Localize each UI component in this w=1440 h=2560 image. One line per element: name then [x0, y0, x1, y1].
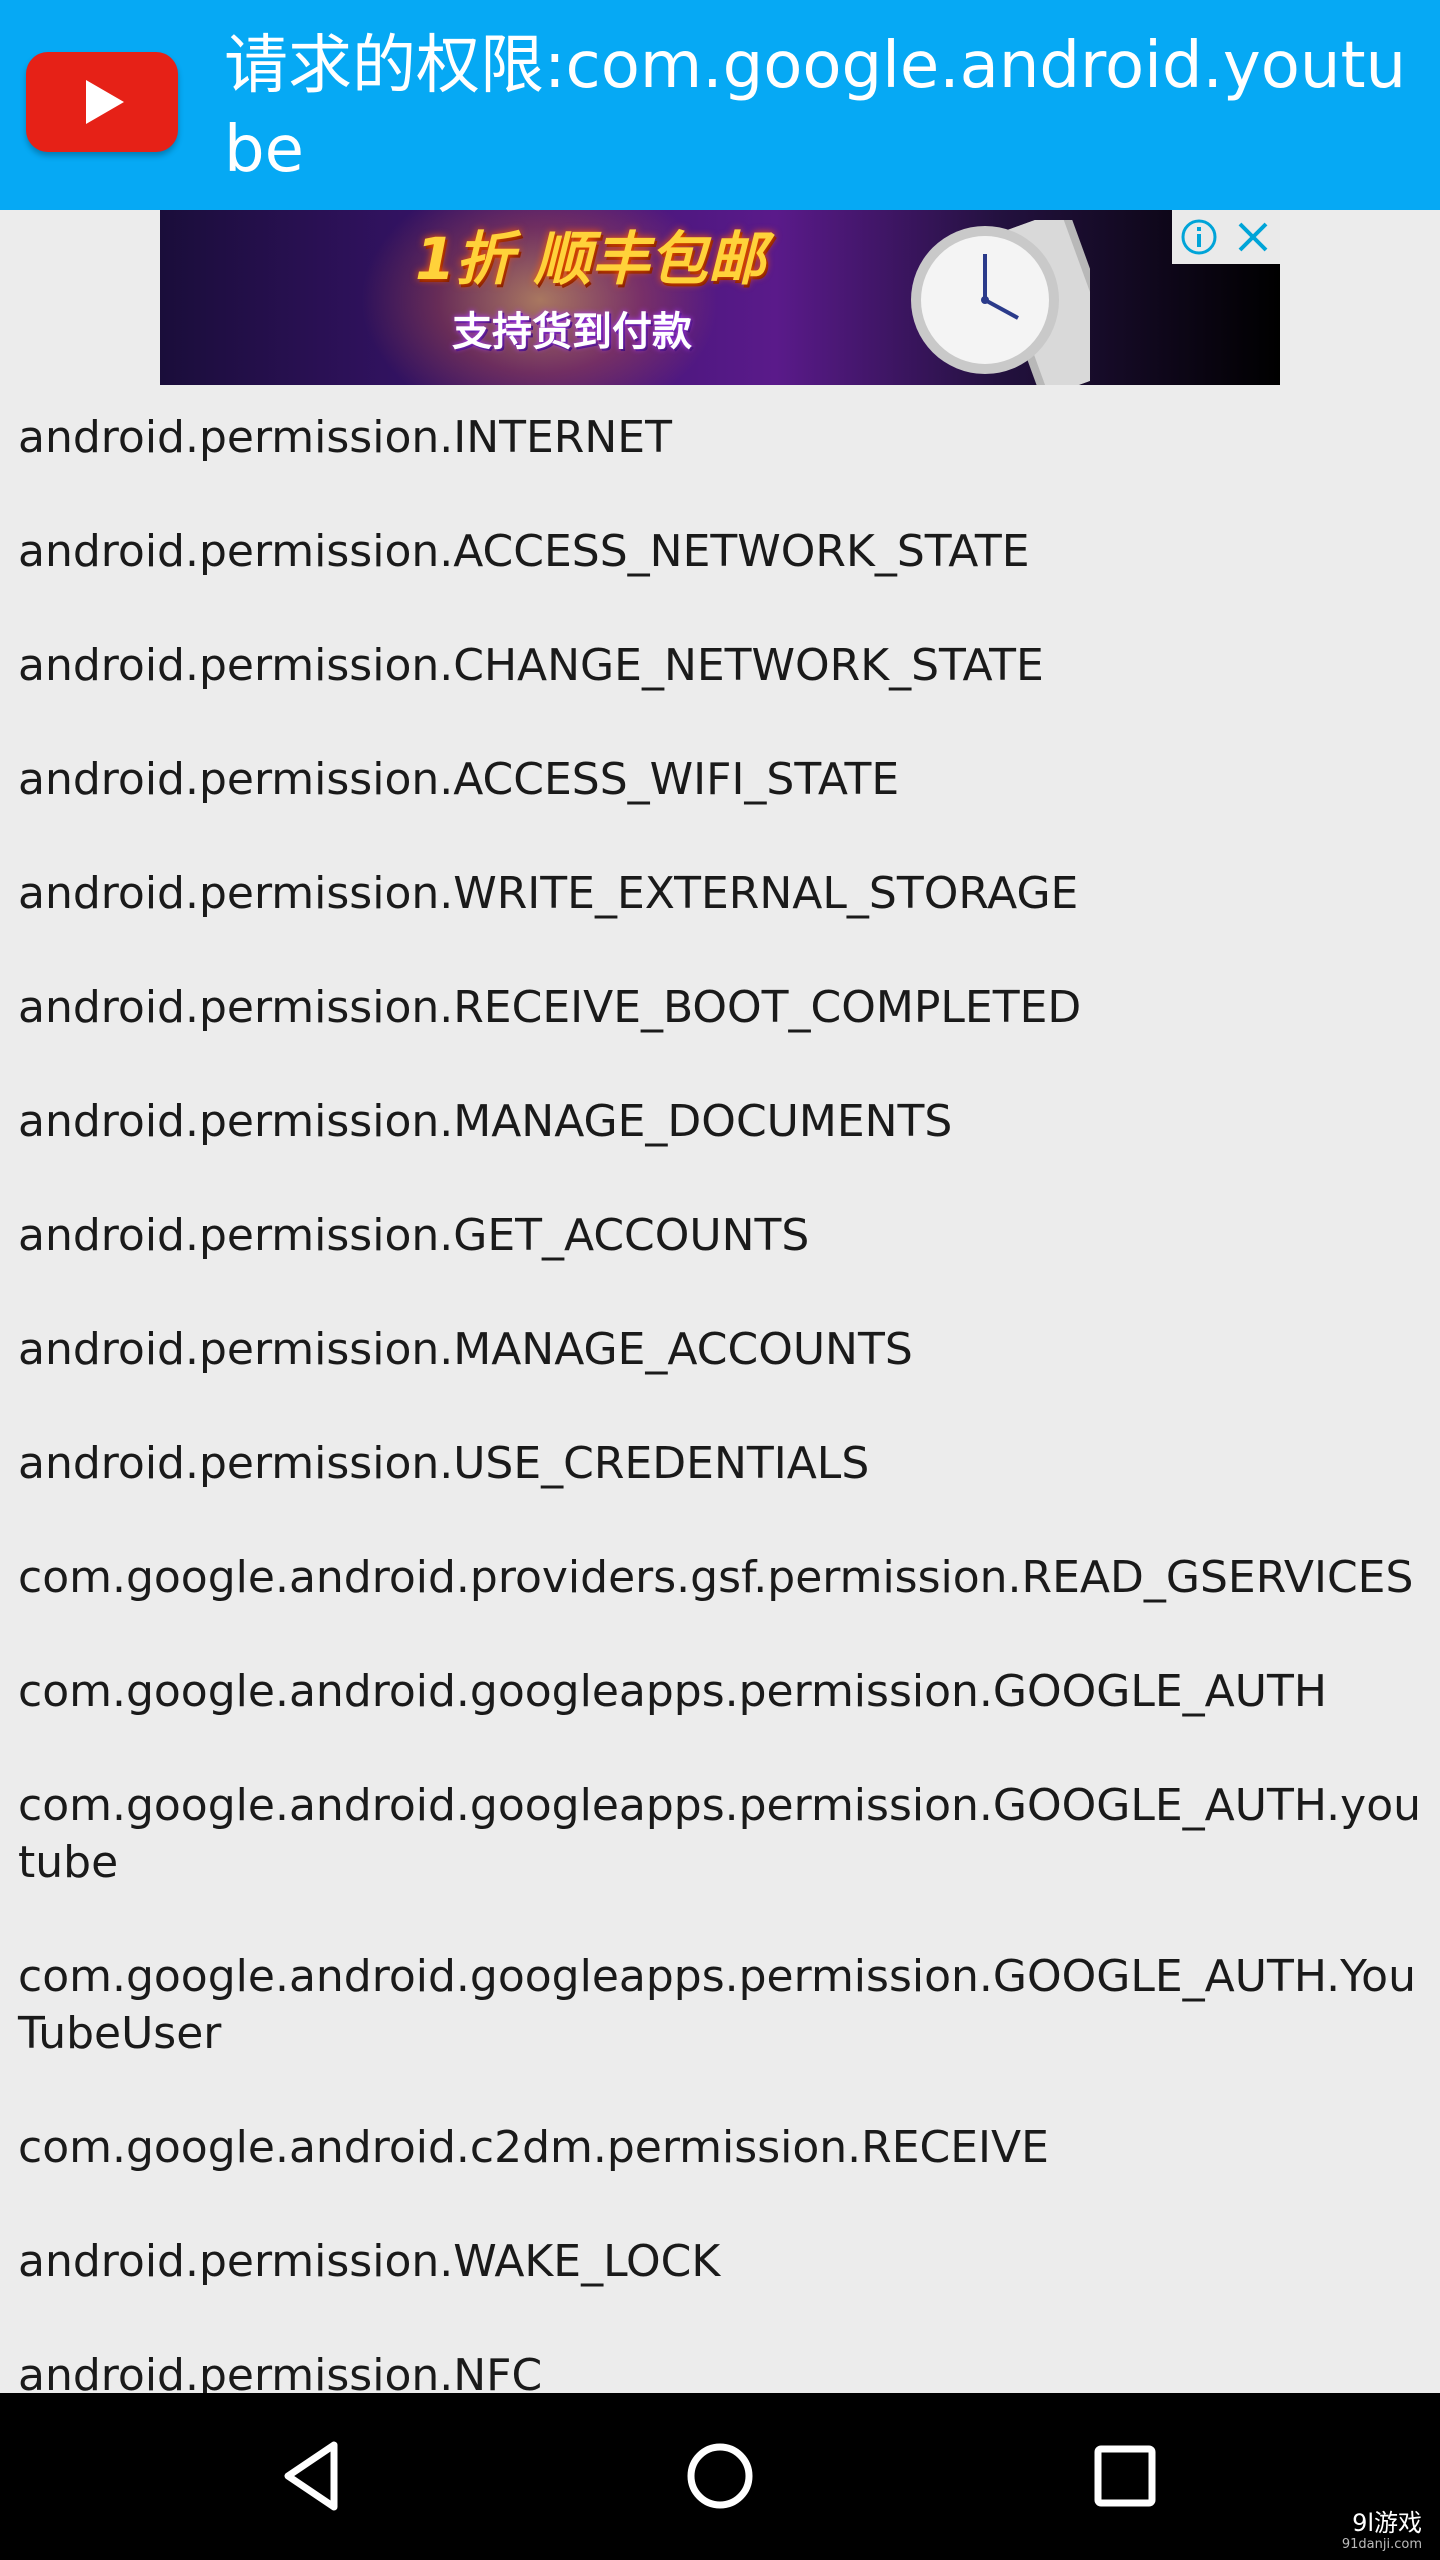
list-item: android.permission.INTERNET — [18, 412, 672, 463]
list-item: com.google.android.providers.gsf.permiss… — [18, 1552, 1414, 1603]
list-item: android.permission.USE_CREDENTIALS — [18, 1438, 870, 1489]
list-item: android.permission.CHANGE_NETWORK_STATE — [18, 640, 1044, 691]
navigation-bar: 9l游戏 91danji.com — [0, 2393, 1440, 2560]
list-item: android.permission.WRITE_EXTERNAL_STORAG… — [18, 868, 1079, 919]
list-item: android.permission.WAKE_LOCK — [18, 2236, 721, 2287]
list-item: android.permission.MANAGE_DOCUMENTS — [18, 1096, 953, 1147]
list-item: com.google.android.googleapps.permission… — [18, 1666, 1327, 1717]
info-icon — [1181, 219, 1217, 255]
youtube-icon — [26, 52, 178, 152]
permission-list[interactable]: android.permission.INTERNET android.perm… — [0, 385, 1440, 2393]
list-item: android.permission.ACCESS_NETWORK_STATE — [18, 526, 1030, 577]
watch-image — [911, 220, 1090, 385]
play-triangle — [86, 80, 124, 124]
app-header: 请求的权限:com.google.android.youtube — [0, 0, 1440, 210]
list-item: com.google.android.googleapps.permission… — [18, 1951, 1416, 2059]
list-item: android.permission.RECEIVE_BOOT_COMPLETE… — [18, 982, 1082, 1033]
back-icon[interactable] — [270, 2431, 360, 2521]
recents-icon[interactable] — [1080, 2431, 1170, 2521]
watermark-url: 91danji.com — [1341, 2537, 1422, 2552]
ad-info-button[interactable] — [1172, 210, 1226, 264]
watermark-brand: 9l游戏 — [1352, 2509, 1422, 2537]
list-item: android.permission.NFC — [18, 2350, 543, 2393]
list-item: android.permission.GET_ACCOUNTS — [18, 1210, 810, 1261]
ad-subtext: 支持货到付款 — [452, 309, 692, 355]
page-title: 请求的权限:com.google.android.youtube — [224, 29, 1407, 187]
list-item: android.permission.MANAGE_ACCOUNTS — [18, 1324, 913, 1375]
close-icon — [1238, 222, 1268, 252]
list-item: android.permission.ACCESS_WIFI_STATE — [18, 754, 900, 805]
ad-close-button[interactable] — [1226, 210, 1280, 264]
home-icon[interactable] — [675, 2431, 765, 2521]
ad-banner[interactable]: 1折 顺丰包邮 支持货到付款 — [160, 210, 1280, 385]
ad-headline: 1折 顺丰包邮 — [415, 225, 766, 293]
list-item: com.google.android.googleapps.permission… — [18, 1780, 1421, 1888]
watermark: 9l游戏 91danji.com — [1342, 2508, 1422, 2552]
list-item: com.google.android.c2dm.permission.RECEI… — [18, 2122, 1049, 2173]
